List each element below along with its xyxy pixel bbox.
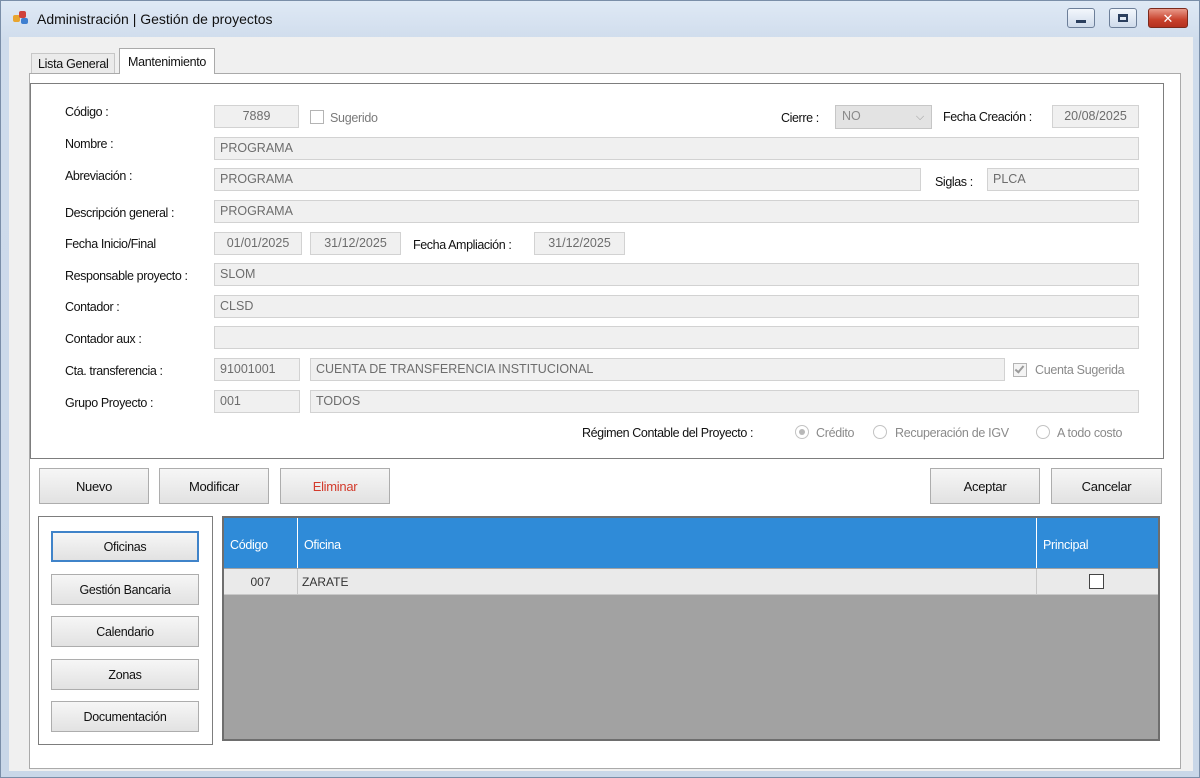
window-title: Administración | Gestión de proyectos — [37, 11, 273, 27]
tab-lista-general[interactable]: Lista General — [31, 53, 116, 73]
contador-field[interactable]: CLSD — [214, 295, 1139, 318]
cta-transferencia-code-field[interactable]: 91001001 — [214, 358, 300, 381]
regimen-credito-radio[interactable] — [795, 425, 809, 439]
cell-codigo[interactable]: 007 — [224, 569, 298, 595]
minimize-button[interactable] — [1067, 8, 1095, 28]
table-row[interactable]: 007 ZARATE — [224, 569, 1158, 595]
side-panel: Oficinas Gestión Bancaria Calendario Zon… — [38, 516, 213, 745]
column-header-codigo[interactable]: Código — [224, 518, 298, 568]
fecha-creacion-field[interactable]: 20/08/2025 — [1052, 105, 1139, 128]
minimize-icon — [1076, 19, 1086, 23]
gestion-bancaria-button[interactable]: Gestión Bancaria — [51, 574, 199, 605]
responsable-label: Responsable proyecto : — [65, 269, 188, 283]
eliminar-button[interactable]: Eliminar — [280, 468, 390, 504]
fecha-ampliacion-field[interactable]: 31/12/2025 — [534, 232, 625, 255]
close-icon: ✕ — [1162, 10, 1174, 26]
maximize-icon — [1118, 14, 1128, 22]
oficinas-button[interactable]: Oficinas — [51, 531, 199, 562]
principal-checkbox[interactable] — [1089, 574, 1104, 589]
regimen-credito-label: Crédito — [816, 426, 855, 440]
cuenta-sugerida-checkbox[interactable] — [1013, 363, 1027, 377]
grid-header: Código Oficina Principal — [224, 518, 1158, 568]
codigo-label: Código : — [65, 105, 109, 119]
app-icon — [13, 11, 29, 25]
siglas-field[interactable]: PLCA — [987, 168, 1139, 191]
documentacion-button[interactable]: Documentación — [51, 701, 199, 732]
cta-transferencia-label: Cta. transferencia : — [65, 364, 163, 378]
contador-label: Contador : — [65, 300, 120, 314]
abreviacion-field[interactable]: PROGRAMA — [214, 168, 921, 191]
cierre-select[interactable]: NO ⌵ — [835, 105, 932, 129]
cierre-label: Cierre : — [781, 111, 819, 125]
maximize-button[interactable] — [1109, 8, 1137, 28]
contador-aux-label: Contador aux : — [65, 332, 142, 346]
tab-mantenimiento[interactable]: Mantenimiento — [119, 48, 216, 74]
regimen-igv-label: Recuperación de IGV — [895, 426, 1009, 440]
cancelar-button[interactable]: Cancelar — [1051, 468, 1162, 504]
close-button[interactable]: ✕ — [1148, 8, 1188, 28]
sugerido-label: Sugerido — [330, 111, 378, 125]
fecha-inicio-final-label: Fecha Inicio/Final — [65, 237, 156, 251]
chevron-down-icon: ⌵ — [915, 110, 925, 123]
regimen-todo-costo-radio[interactable] — [1036, 425, 1050, 439]
cell-oficina[interactable]: ZARATE — [298, 569, 1037, 595]
oficinas-grid[interactable]: Código Oficina Principal 007 ZARATE — [222, 516, 1160, 741]
title-bar[interactable]: Administración | Gestión de proyectos ✕ — [1, 1, 1199, 37]
nombre-label: Nombre : — [65, 137, 114, 151]
column-header-oficina[interactable]: Oficina — [298, 518, 1037, 568]
cierre-select-value: NO — [842, 109, 861, 123]
cuenta-sugerida-label: Cuenta Sugerida — [1035, 363, 1125, 377]
responsable-field[interactable]: SLOM — [214, 263, 1139, 286]
regimen-igv-radio[interactable] — [873, 425, 887, 439]
nuevo-button[interactable]: Nuevo — [39, 468, 149, 504]
sugerido-checkbox[interactable] — [310, 110, 324, 124]
calendario-button[interactable]: Calendario — [51, 616, 199, 647]
cta-transferencia-name-field[interactable]: CUENTA DE TRANSFERENCIA INSTITUCIONAL — [310, 358, 1005, 381]
fecha-creacion-label: Fecha Creación : — [943, 110, 1032, 124]
app-window: Administración | Gestión de proyectos ✕ … — [0, 0, 1200, 778]
nombre-field[interactable]: PROGRAMA — [214, 137, 1139, 160]
siglas-label: Siglas : — [935, 175, 973, 189]
abreviacion-label: Abreviación : — [65, 169, 133, 183]
contador-aux-field[interactable] — [214, 326, 1139, 349]
cell-principal[interactable] — [1037, 569, 1158, 595]
check-icon — [1014, 363, 1025, 374]
descripcion-label: Descripción general : — [65, 206, 175, 220]
fecha-ampliacion-label: Fecha Ampliación : — [413, 238, 512, 252]
modificar-button[interactable]: Modificar — [159, 468, 269, 504]
fecha-inicio-field[interactable]: 01/01/2025 — [214, 232, 302, 255]
aceptar-button[interactable]: Aceptar — [930, 468, 1040, 504]
zonas-button[interactable]: Zonas — [51, 659, 199, 690]
column-header-principal[interactable]: Principal — [1037, 518, 1158, 568]
regimen-label: Régimen Contable del Proyecto : — [582, 426, 754, 440]
codigo-field[interactable]: 7889 — [214, 105, 299, 128]
descripcion-field[interactable]: PROGRAMA — [214, 200, 1139, 223]
fecha-final-field[interactable]: 31/12/2025 — [310, 232, 401, 255]
regimen-todo-costo-label: A todo costo — [1057, 426, 1123, 440]
grupo-proyecto-code-field[interactable]: 001 — [214, 390, 300, 413]
grupo-proyecto-label: Grupo Proyecto : — [65, 396, 154, 410]
grupo-proyecto-name-field[interactable]: TODOS — [310, 390, 1139, 413]
